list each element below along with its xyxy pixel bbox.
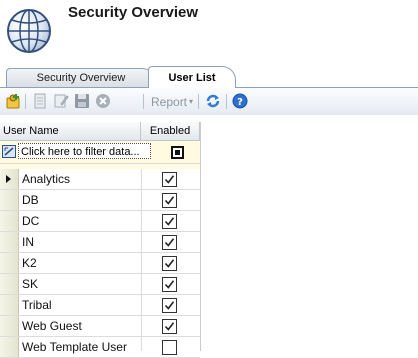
- user-grid: User Name Enabled Click here to filter d…: [0, 122, 201, 358]
- save-icon[interactable]: [74, 93, 90, 109]
- table-row[interactable]: SK: [0, 274, 200, 295]
- user-name-cell[interactable]: DB: [22, 190, 39, 210]
- enabled-checkbox[interactable]: [162, 256, 177, 271]
- chevron-down-icon: ▾: [189, 97, 194, 106]
- user-name-cell[interactable]: SK: [22, 274, 38, 294]
- user-name-cell[interactable]: K2: [22, 253, 37, 273]
- column-divider: [141, 169, 142, 351]
- row-selector[interactable]: [0, 253, 19, 273]
- filter-row: Click here to filter data...: [0, 141, 200, 164]
- enabled-checkbox[interactable]: [162, 214, 177, 229]
- toolbar-separator: [143, 94, 144, 109]
- enabled-checkbox[interactable]: [162, 172, 177, 187]
- delete-icon[interactable]: [95, 93, 111, 109]
- refresh-icon[interactable]: [205, 93, 221, 109]
- enabled-checkbox[interactable]: [162, 277, 177, 292]
- row-selector[interactable]: [0, 274, 19, 294]
- tab-bar: Security Overview User List: [0, 66, 418, 88]
- checkmark-icon: [164, 322, 175, 331]
- properties-icon[interactable]: [32, 93, 48, 109]
- row-selector[interactable]: [0, 232, 19, 252]
- checkmark-icon: [164, 238, 175, 247]
- add-user-icon[interactable]: [5, 93, 21, 109]
- enabled-checkbox[interactable]: [162, 235, 177, 250]
- globe-icon: [6, 8, 52, 54]
- enabled-checkbox[interactable]: [162, 298, 177, 313]
- row-selector[interactable]: [0, 190, 19, 210]
- checkmark-icon: [164, 217, 175, 226]
- table-row[interactable]: Tribal: [0, 295, 200, 316]
- toolbar: Report ▾ ?: [0, 88, 418, 115]
- checkmark-icon: [164, 280, 175, 289]
- table-row[interactable]: Web Template User: [0, 337, 200, 358]
- svg-text:?: ?: [237, 97, 243, 108]
- checkmark-icon: [164, 175, 175, 184]
- checkmark-icon: [164, 196, 175, 205]
- enabled-filter-checkbox[interactable]: [171, 146, 184, 159]
- page-title: Security Overview: [68, 4, 199, 21]
- table-row[interactable]: IN: [0, 232, 200, 253]
- user-name-cell[interactable]: Tribal: [22, 295, 52, 315]
- enabled-checkbox[interactable]: [162, 340, 177, 355]
- toolbar-separator: [25, 94, 26, 109]
- row-selector[interactable]: [0, 316, 19, 336]
- toolbar-separator: [198, 94, 199, 109]
- user-name-cell[interactable]: IN: [22, 232, 34, 252]
- row-selector[interactable]: [0, 211, 19, 231]
- filter-input[interactable]: Click here to filter data...: [18, 143, 151, 159]
- report-label: Report: [151, 95, 188, 109]
- help-icon[interactable]: ?: [232, 93, 248, 109]
- edit-icon[interactable]: [53, 93, 69, 109]
- current-row-arrow-icon: [6, 175, 11, 183]
- checkmark-icon: [164, 259, 175, 268]
- table-row[interactable]: Web Guest: [0, 316, 200, 337]
- enabled-checkbox[interactable]: [162, 193, 177, 208]
- table-row[interactable]: DC: [0, 211, 200, 232]
- table-row[interactable]: Analytics: [0, 169, 200, 190]
- tab-security-overview[interactable]: Security Overview: [6, 68, 156, 88]
- toolbar-separator: [226, 94, 227, 109]
- column-header-enabled[interactable]: Enabled: [141, 122, 200, 141]
- row-selector[interactable]: [0, 337, 19, 357]
- row-selector[interactable]: [0, 169, 19, 189]
- filter-icon[interactable]: [2, 145, 16, 158]
- tab-user-list[interactable]: User List: [148, 66, 236, 88]
- user-name-cell[interactable]: Web Template User: [22, 337, 127, 357]
- row-selector[interactable]: [0, 295, 19, 315]
- user-name-cell[interactable]: Analytics: [22, 169, 70, 189]
- table-row[interactable]: K2: [0, 253, 200, 274]
- enabled-checkbox[interactable]: [162, 319, 177, 334]
- table-row[interactable]: DB: [0, 190, 200, 211]
- user-name-cell[interactable]: DC: [22, 211, 39, 231]
- column-header-user-name[interactable]: User Name: [0, 122, 141, 141]
- report-button[interactable]: Report ▾: [151, 95, 193, 109]
- user-name-cell[interactable]: Web Guest: [22, 316, 82, 336]
- checkmark-icon: [164, 301, 175, 310]
